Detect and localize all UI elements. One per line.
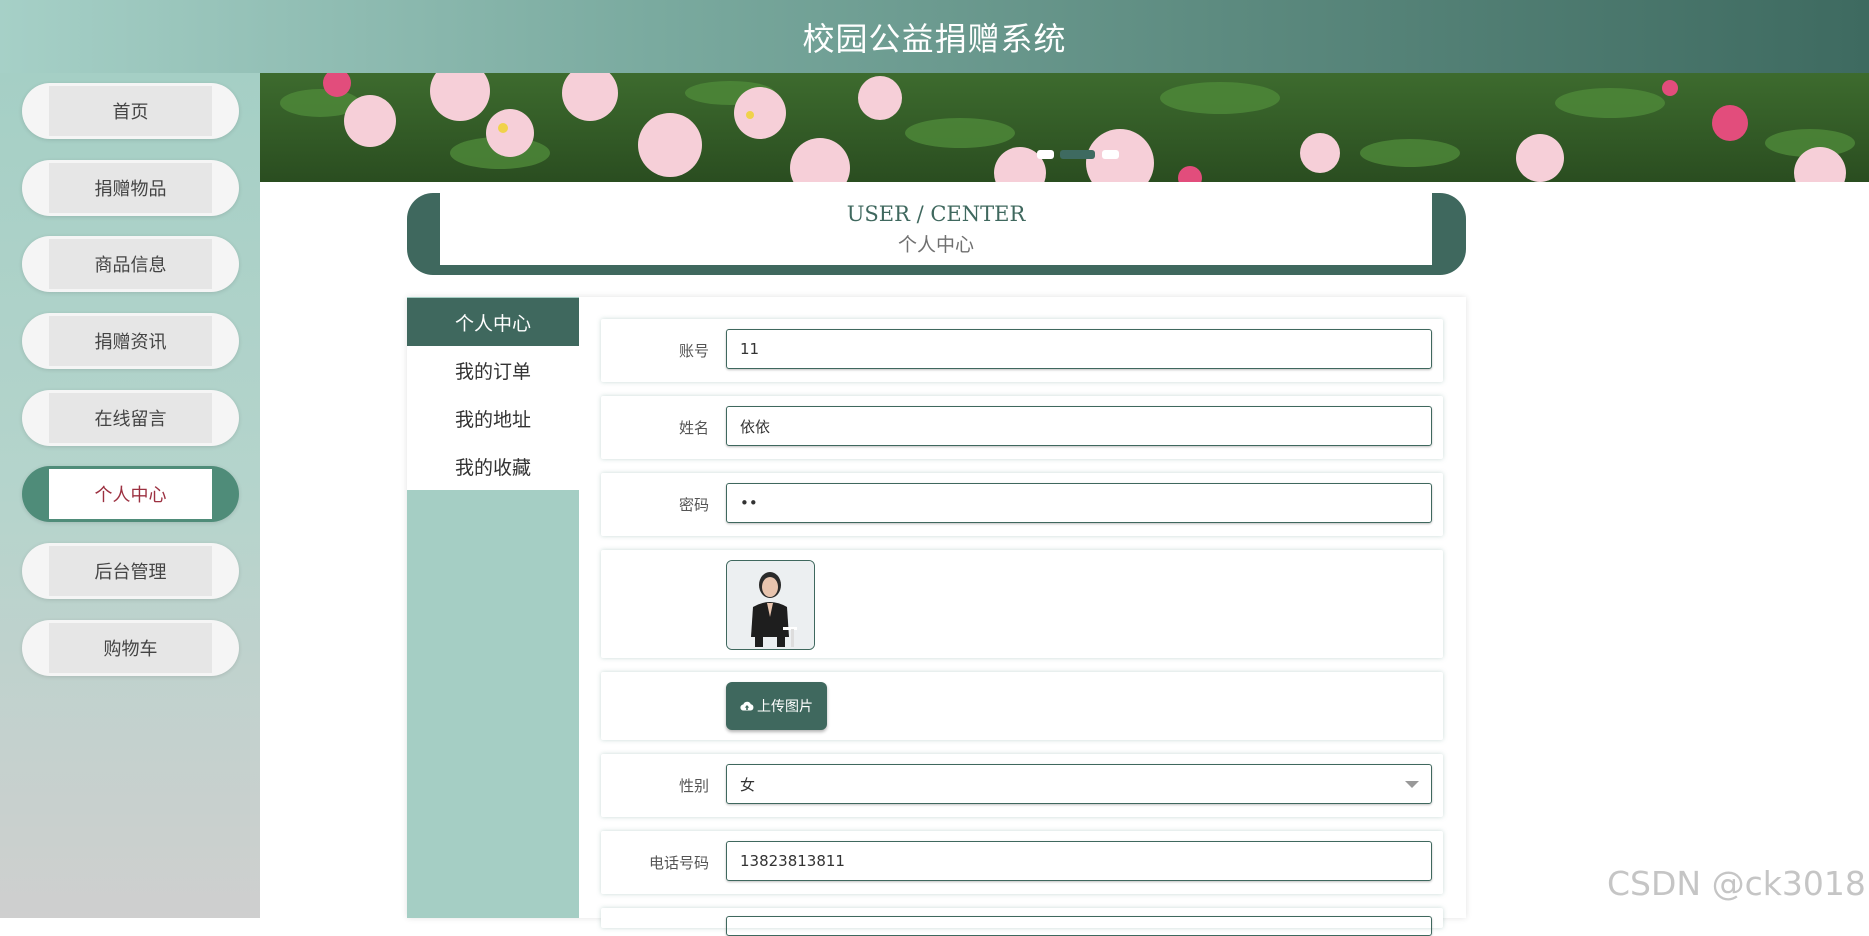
sub-nav-user-center[interactable]: 个人中心 bbox=[407, 298, 579, 346]
form-row-account: 账号 11 bbox=[601, 319, 1443, 382]
sidebar-item-label: 捐赠物品 bbox=[49, 163, 212, 213]
gender-label: 性别 bbox=[678, 777, 709, 795]
main-sidebar: 首页 捐赠物品 商品信息 捐赠资讯 在线留言 个人中心 后台管理 购物车 bbox=[0, 73, 260, 918]
sidebar-item-label: 捐赠资讯 bbox=[49, 316, 212, 366]
phone-label: 电话号码 bbox=[648, 854, 709, 872]
upload-image-button[interactable]: 上传图片 bbox=[726, 682, 827, 730]
sidebar-item-online-message[interactable]: 在线留言 bbox=[22, 390, 239, 446]
site-title: 校园公益捐赠系统 bbox=[802, 19, 1067, 58]
account-input[interactable]: 11 bbox=[726, 329, 1432, 369]
sidebar-item-home[interactable]: 首页 bbox=[22, 83, 239, 139]
sidebar-item-label: 首页 bbox=[49, 86, 212, 136]
sidebar-item-label: 购物车 bbox=[49, 623, 212, 673]
sub-nav-my-favorites[interactable]: 我的收藏 bbox=[407, 442, 579, 490]
carousel-dot-2[interactable] bbox=[1060, 150, 1095, 159]
carousel-dot-1[interactable] bbox=[1037, 150, 1054, 159]
sub-nav-my-orders[interactable]: 我的订单 bbox=[407, 346, 579, 394]
user-center-banner-inner: USER / CENTER 个人中心 bbox=[440, 193, 1432, 265]
sidebar-item-user-center[interactable]: 个人中心 bbox=[22, 466, 239, 522]
gender-select[interactable]: 女 bbox=[726, 764, 1432, 804]
name-input[interactable]: 依依 bbox=[726, 406, 1432, 446]
form-row-name: 姓名 依依 bbox=[601, 396, 1443, 459]
account-label: 账号 bbox=[678, 342, 709, 360]
form-row-gender: 性别 女 bbox=[601, 754, 1443, 817]
next-field-input[interactable] bbox=[726, 916, 1432, 936]
user-center-title-en: USER / CENTER bbox=[846, 201, 1026, 226]
user-center-sub-nav: 个人中心 我的订单 我的地址 我的收藏 bbox=[407, 297, 579, 918]
sidebar-item-label: 后台管理 bbox=[49, 546, 212, 596]
avatar-photo bbox=[727, 561, 814, 649]
sidebar-item-label: 在线留言 bbox=[49, 393, 212, 443]
user-center-banner: USER / CENTER 个人中心 bbox=[407, 193, 1466, 275]
sub-nav-my-address[interactable]: 我的地址 bbox=[407, 394, 579, 442]
password-input[interactable]: •• bbox=[726, 483, 1432, 523]
sidebar-item-admin[interactable]: 后台管理 bbox=[22, 543, 239, 599]
app-header: 校园公益捐赠系统 bbox=[0, 0, 1869, 73]
form-row-password: 密码 •• bbox=[601, 473, 1443, 536]
banner-carousel bbox=[260, 73, 1869, 182]
sidebar-item-label: 商品信息 bbox=[49, 239, 212, 289]
form-row-phone: 电话号码 13823813811 bbox=[601, 831, 1443, 894]
avatar bbox=[726, 560, 815, 650]
sidebar-item-donation-goods[interactable]: 捐赠物品 bbox=[22, 160, 239, 216]
name-label: 姓名 bbox=[678, 419, 709, 437]
user-center-panel: 个人中心 我的订单 我的地址 我的收藏 账号 11 姓名 依依 密码 •• 上传… bbox=[407, 297, 1466, 936]
chevron-down-icon bbox=[1405, 781, 1419, 788]
upload-button-label: 上传图片 bbox=[757, 699, 813, 715]
sidebar-item-donation-news[interactable]: 捐赠资讯 bbox=[22, 313, 239, 369]
sidebar-item-cart[interactable]: 购物车 bbox=[22, 620, 239, 676]
form-row-next bbox=[601, 908, 1443, 936]
sidebar-item-product-info[interactable]: 商品信息 bbox=[22, 236, 239, 292]
watermark: CSDN @ck3018 bbox=[1607, 864, 1866, 903]
form-row-upload: 上传图片 bbox=[601, 672, 1443, 740]
sidebar-item-label: 个人中心 bbox=[49, 469, 212, 519]
gender-selected-value: 女 bbox=[740, 775, 756, 794]
cloud-upload-icon bbox=[740, 701, 754, 711]
form-row-avatar bbox=[601, 550, 1443, 658]
user-center-title-cn: 个人中心 bbox=[897, 233, 974, 256]
carousel-dot-3[interactable] bbox=[1102, 150, 1119, 159]
peony-banner-image bbox=[260, 73, 1869, 182]
password-label: 密码 bbox=[678, 496, 709, 514]
phone-input[interactable]: 13823813811 bbox=[726, 841, 1432, 881]
